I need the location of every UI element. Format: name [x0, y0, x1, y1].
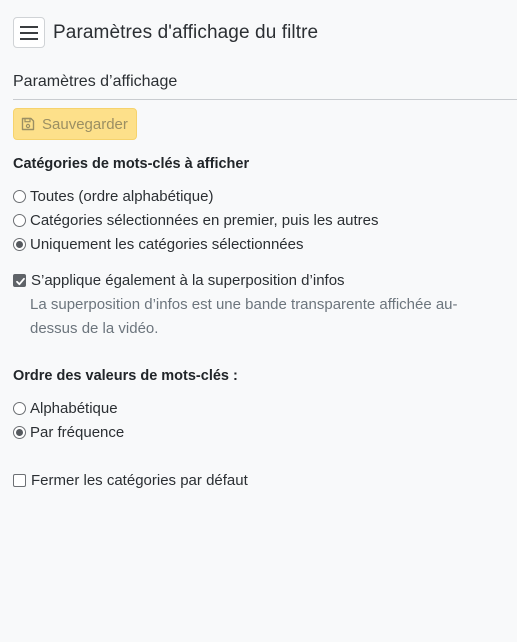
- radio-selected-first[interactable]: [13, 213, 26, 227]
- overlay-checkbox-option[interactable]: S’applique également à la superposition …: [13, 271, 345, 289]
- radio-all-label: Toutes (ordre alphabétique): [30, 187, 214, 205]
- close-categories-option[interactable]: Fermer les catégories par défaut: [13, 471, 248, 489]
- page-title: Paramètres d'affichage du filtre: [53, 21, 319, 43]
- radio-alphabetical-label: Alphabétique: [30, 399, 118, 417]
- radio-option-only-selected[interactable]: Uniquement les catégories sélectionnées: [13, 235, 304, 253]
- overlay-help-text: La superposition d’infos est une bande t…: [30, 296, 458, 337]
- page-header: Paramètres d'affichage du filtre: [13, 17, 318, 48]
- values-order-group-title: Ordre des valeurs de mots-clés :: [13, 368, 238, 384]
- save-button[interactable]: Sauvegarder: [13, 108, 137, 140]
- radio-all[interactable]: [13, 189, 26, 203]
- radio-only-selected[interactable]: [13, 237, 26, 251]
- overlay-checkbox-label: S’applique également à la superposition …: [31, 271, 345, 289]
- radio-frequency[interactable]: [13, 425, 26, 439]
- close-categories-checkbox[interactable]: [13, 473, 26, 487]
- categories-group-title: Catégories de mots-clés à afficher: [13, 156, 250, 172]
- radio-only-selected-label: Uniquement les catégories sélectionnées: [30, 235, 304, 253]
- section-title: Paramètres d’affichage: [13, 73, 178, 90]
- radio-option-selected-first[interactable]: Catégories sélectionnées en premier, pui…: [13, 211, 379, 229]
- radio-option-frequency[interactable]: Par fréquence: [13, 423, 124, 441]
- hamburger-menu-icon: [20, 25, 38, 40]
- close-categories-label: Fermer les catégories par défaut: [31, 471, 248, 489]
- section-divider: [13, 99, 517, 100]
- radio-selected-first-label: Catégories sélectionnées en premier, pui…: [30, 211, 379, 229]
- radio-option-alphabetical[interactable]: Alphabétique: [13, 399, 118, 417]
- radio-option-all[interactable]: Toutes (ordre alphabétique): [13, 187, 213, 205]
- menu-button[interactable]: [13, 17, 45, 48]
- radio-alphabetical[interactable]: [13, 401, 26, 415]
- radio-frequency-label: Par fréquence: [30, 423, 125, 441]
- floppy-disk-icon: [21, 117, 35, 131]
- overlay-checkbox[interactable]: [13, 273, 26, 287]
- save-button-label: Sauvegarder: [42, 115, 128, 133]
- checkmark-icon: [16, 277, 25, 285]
